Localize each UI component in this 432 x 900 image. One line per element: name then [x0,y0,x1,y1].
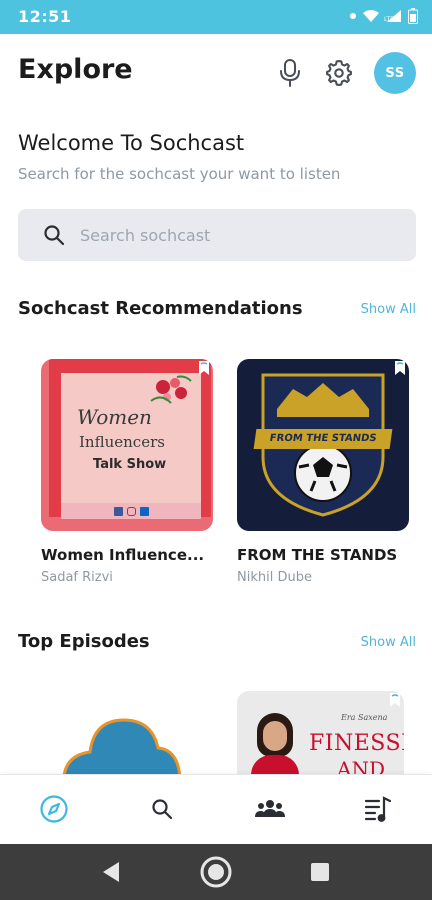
cover-text-from-the-stands: FROM THE STANDS [253,429,393,449]
source-badge-icon [390,693,400,707]
search-bar[interactable] [18,209,416,261]
social-strip [61,503,201,519]
recents-icon[interactable] [304,856,336,888]
back-icon[interactable] [95,856,127,888]
card-author: Nikhil Dube [237,570,312,585]
podcast-cover-image: Women Influencers Talk Show [41,359,213,531]
bottom-navigation [0,774,432,844]
card-title: Women Influence... [41,546,205,564]
card-author: Sadaf Rizvi [41,570,113,585]
instagram-icon [126,506,136,516]
home-icon[interactable] [200,856,232,888]
top-episodes-show-all-link[interactable]: Show All [361,635,416,650]
recommendation-card-from-the-stands[interactable]: FROM THE STANDS FROM THE STANDS Nikhil D… [237,359,409,589]
cellular-signal-icon: LTE [384,9,402,23]
search-input[interactable] [80,209,400,261]
playlist-icon[interactable] [360,791,396,827]
gear-icon[interactable] [324,58,354,88]
cloud-icon [62,718,182,774]
source-badge-icon [395,361,405,375]
microphone-icon[interactable] [275,58,305,88]
community-icon[interactable] [252,791,288,827]
cover-text-and: AND [337,757,385,774]
card-title: FROM THE STANDS [237,546,398,564]
source-badge-icon [199,361,209,375]
battery-icon [408,8,418,24]
status-icons: LTE [350,8,418,24]
page-title: Explore [18,54,133,85]
top-episodes-title: Top Episodes [18,631,150,652]
cover-text-finesse: FINESSE [309,731,404,756]
recommendations-show-all-link[interactable]: Show All [361,302,416,317]
recommendations-title: Sochcast Recommendations [18,298,303,319]
search-icon [42,223,66,247]
explore-icon[interactable] [36,791,72,827]
welcome-subtitle: Search for the sochcast your want to lis… [18,165,341,183]
header: Explore SS [0,34,432,112]
status-time: 12:51 [18,7,72,26]
cover-text-talk-show: Talk Show [93,457,167,472]
linkedin-icon [139,506,149,516]
avatar[interactable]: SS [374,52,416,94]
system-navigation-bar [0,844,432,900]
wifi-icon [362,9,380,23]
cover-text-influencers: Influencers [79,433,165,451]
network-type-label: LTE [384,16,394,23]
facebook-icon [113,506,123,516]
search-icon[interactable] [144,791,180,827]
cover-text-era-saxena: Era Saxena [341,713,388,722]
episode-cover-cloud[interactable] [60,712,184,774]
podcast-cover-image: FROM THE STANDS [237,359,409,531]
episode-cover-finesse[interactable]: Era Saxena FINESSE AND [237,691,404,774]
welcome-title: Welcome To Sochcast [18,131,245,155]
cover-text-women: Women [77,405,152,429]
recommendation-card-women-influencers[interactable]: Women Influencers Talk Show Women Influe… [41,359,213,589]
notification-dot-icon [350,13,356,19]
status-bar: 12:51 LTE [0,0,432,34]
person-photo [247,713,303,774]
